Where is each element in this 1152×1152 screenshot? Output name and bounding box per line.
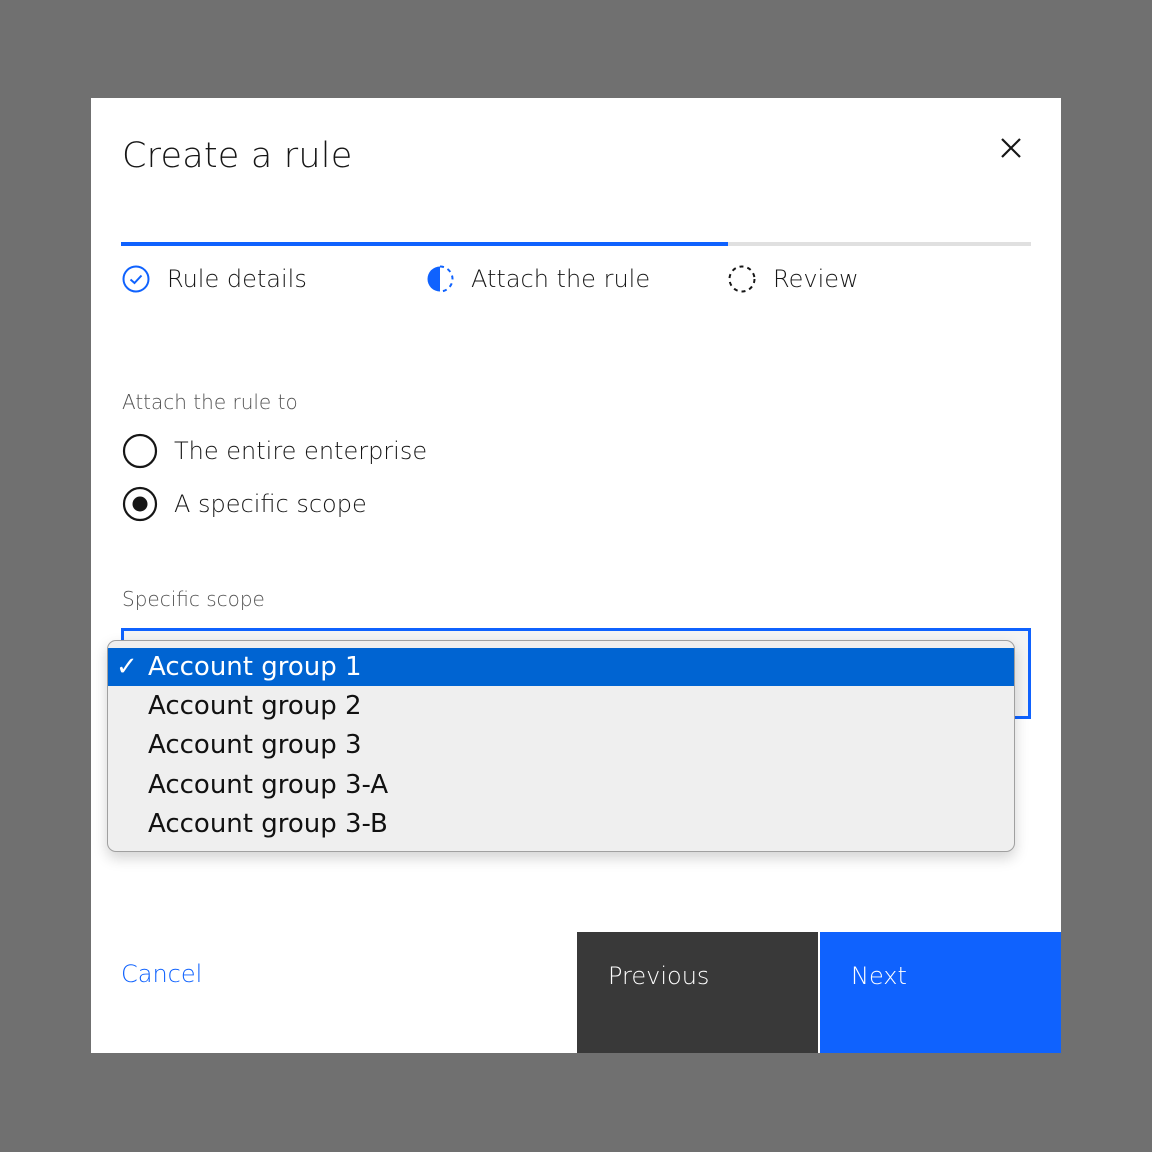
checkmark-icon: ✓ — [116, 652, 138, 682]
attach-rule-label: Attach the rule to — [122, 390, 298, 414]
radio-specific-scope[interactable]: A specific scope — [122, 486, 367, 522]
progress-track — [121, 242, 1031, 246]
scope-dropdown-menu: ✓ Account group 1 Account group 2 Accoun… — [107, 640, 1015, 852]
radio-checked-icon — [122, 486, 158, 522]
incomplete-half-icon — [425, 264, 455, 294]
progress-indicator: Rule details Attach the rule Review — [121, 258, 1031, 300]
dropdown-option[interactable]: ✓ Account group 1 — [108, 648, 1014, 686]
step-review[interactable]: Review — [727, 258, 859, 300]
step-attach-the-rule[interactable]: Attach the rule — [425, 258, 650, 300]
specific-scope-label: Specific scope — [122, 587, 265, 611]
modal-title: Create a rule — [122, 136, 353, 176]
radio-unchecked-icon — [122, 433, 158, 469]
radio-label: The entire enterprise — [174, 437, 428, 465]
radio-entire-enterprise[interactable]: The entire enterprise — [122, 433, 427, 469]
cancel-button[interactable]: Cancel — [121, 960, 202, 988]
step-label: Review — [773, 265, 859, 293]
option-label: Account group 1 — [148, 652, 362, 682]
previous-button[interactable]: Previous — [577, 932, 818, 1053]
dropdown-option[interactable]: Account group 3-A — [108, 765, 1014, 805]
dropdown-option[interactable]: Account group 2 — [108, 686, 1014, 726]
dropdown-option[interactable]: Account group 3 — [108, 726, 1014, 766]
close-button[interactable] — [991, 128, 1031, 168]
close-icon — [1001, 138, 1021, 158]
circle-dash-icon — [727, 264, 757, 294]
next-button[interactable]: Next — [820, 932, 1061, 1053]
checkmark-outline-icon — [121, 264, 151, 294]
option-label: Account group 2 — [148, 690, 362, 721]
create-rule-modal: Create a rule Rule details Attach the ru… — [91, 98, 1061, 1053]
dropdown-option[interactable]: Account group 3-B — [108, 805, 1014, 845]
progress-fill — [121, 242, 728, 246]
option-label: Account group 3 — [148, 730, 362, 761]
option-label: Account group 3-A — [148, 769, 389, 800]
step-rule-details[interactable]: Rule details — [121, 258, 307, 300]
step-label: Rule details — [167, 265, 307, 293]
step-label: Attach the rule — [471, 265, 651, 293]
radio-label: A specific scope — [174, 490, 367, 518]
option-label: Account group 3-B — [148, 809, 388, 840]
